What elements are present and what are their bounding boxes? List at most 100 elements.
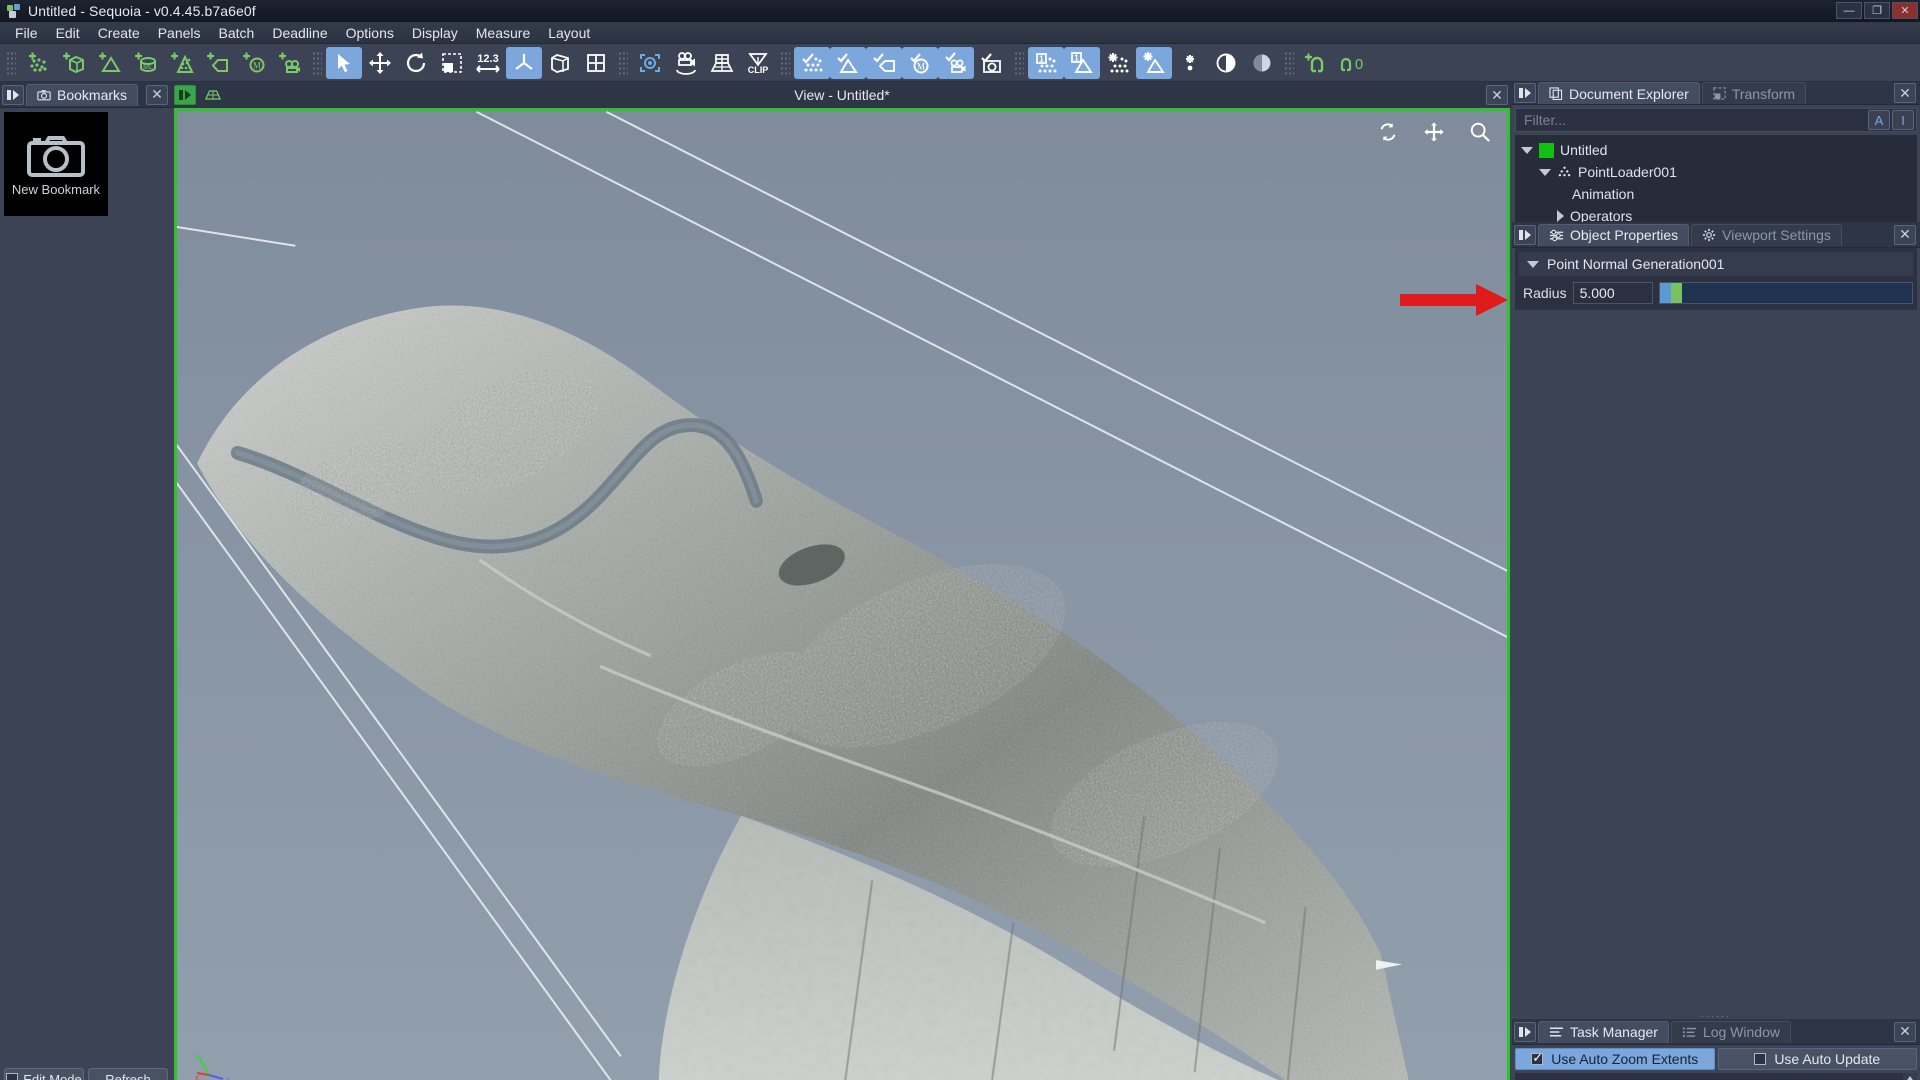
add-magnet-icon[interactable] — [1298, 47, 1334, 79]
close-icon[interactable]: ✕ — [146, 84, 168, 105]
tab-viewport-settings[interactable]: Viewport Settings — [1691, 223, 1842, 246]
close-button[interactable]: ✕ — [1892, 2, 1918, 19]
chevron-down-icon[interactable] — [1527, 260, 1539, 268]
use-auto-update-toggle[interactable]: Use Auto Update — [1717, 1048, 1917, 1070]
viewport-3d[interactable]: x z y FPS: 48.7805 — [174, 108, 1510, 1080]
menu-item-measure[interactable]: Measure — [467, 23, 539, 43]
window-controls[interactable]: — ❐ ✕ — [1836, 2, 1918, 19]
collapse-panel-icon[interactable] — [1514, 224, 1536, 245]
text-filter-icon[interactable]: I — [1892, 110, 1914, 130]
clip-icon[interactable]: CLIP — [740, 47, 776, 79]
add-point-cloud-icon[interactable] — [20, 47, 56, 79]
minimize-button[interactable]: — — [1836, 2, 1862, 19]
select-points-icon[interactable]: 1 — [1028, 46, 1064, 79]
bookmarks-list[interactable]: New Bookmark — [0, 108, 172, 1064]
scale-icon[interactable] — [434, 47, 470, 79]
select-arrow-icon[interactable] — [326, 46, 362, 79]
tab-object-properties[interactable]: Object Properties — [1538, 223, 1690, 246]
point-contrast-icon[interactable] — [1208, 47, 1244, 79]
close-icon[interactable]: ✕ — [1894, 1021, 1916, 1042]
toolbar-separator-1[interactable] — [312, 50, 322, 75]
show-cameras-icon[interactable] — [938, 46, 974, 79]
main-toolbar[interactable]: ML M 12.3 CLIP M 1 1 0 — [0, 44, 1920, 82]
document-filter-bar[interactable]: A I — [1515, 108, 1917, 132]
add-marker-icon[interactable]: M — [236, 47, 272, 79]
use-auto-zoom-extents-toggle[interactable]: Use Auto Zoom Extents — [1515, 1048, 1715, 1070]
chevron-down-icon[interactable] — [1539, 168, 1551, 176]
edit-mode-checkbox[interactable]: Edit Mode — [4, 1068, 84, 1080]
scene-tree[interactable]: Untitled PointLoader001 Animation Operat… — [1515, 135, 1917, 231]
menu-item-layout[interactable]: Layout — [539, 23, 599, 43]
task-manager-list[interactable] — [1515, 1073, 1917, 1080]
add-camera-projection-icon[interactable] — [200, 47, 236, 79]
toolbar-separator-5[interactable] — [1284, 50, 1294, 75]
property-section-header[interactable]: Point Normal Generation001 — [1519, 252, 1913, 276]
show-meshes-icon[interactable] — [830, 46, 866, 79]
chevron-right-icon[interactable] — [1557, 210, 1564, 222]
show-snapshots-icon[interactable] — [974, 47, 1010, 79]
viewport-overlay-icons[interactable] — [1377, 121, 1491, 147]
menu-item-batch[interactable]: Batch — [210, 23, 264, 43]
tree-node-pointloader001[interactable]: PointLoader001 — [1517, 161, 1915, 183]
menu-item-create[interactable]: Create — [89, 23, 149, 43]
show-projections-icon[interactable] — [866, 46, 902, 79]
task-manager-splitter[interactable]: ······ — [1512, 1011, 1920, 1021]
menu-item-deadline[interactable]: Deadline — [263, 23, 336, 43]
maximize-button[interactable]: ❐ — [1864, 2, 1890, 19]
tab-bookmarks[interactable]: Bookmarks — [26, 83, 139, 106]
bookmark-card-new[interactable]: New Bookmark — [4, 112, 108, 216]
show-markers-icon[interactable]: M — [902, 46, 938, 79]
chevron-down-icon[interactable] — [1521, 146, 1533, 154]
menu-item-file[interactable]: File — [6, 23, 47, 43]
scroll-up-arrow-icon[interactable] — [1905, 1076, 1915, 1080]
highlight-meshes-icon[interactable] — [1136, 46, 1172, 79]
filter-input[interactable] — [1516, 109, 1868, 131]
menu-bar[interactable]: File Edit Create Panels Batch Deadline O… — [0, 22, 1920, 44]
star-marker-icon[interactable] — [1172, 47, 1208, 79]
box-display-icon[interactable] — [542, 47, 578, 79]
add-mesh-loader-icon[interactable]: ML — [128, 47, 164, 79]
tab-task-manager[interactable]: Task Manager — [1538, 1020, 1669, 1043]
collapse-panel-icon[interactable] — [1514, 1021, 1536, 1042]
toolbar-separator-2[interactable] — [618, 50, 628, 75]
radius-slider-handle-blue[interactable] — [1659, 283, 1671, 303]
radius-input[interactable]: 5.000 — [1572, 282, 1653, 304]
move-icon[interactable] — [362, 47, 398, 79]
tab-document-explorer[interactable]: Document Explorer — [1538, 82, 1700, 104]
show-points-icon[interactable] — [794, 46, 830, 79]
toolbar-separator-4[interactable] — [1014, 50, 1024, 75]
add-box-icon[interactable] — [56, 47, 92, 79]
grid-display-icon[interactable] — [578, 47, 614, 79]
magnet-zero-icon[interactable]: 0 — [1334, 47, 1370, 79]
grid-perspective-icon[interactable] — [704, 47, 740, 79]
close-icon[interactable]: ✕ — [1894, 83, 1916, 103]
camera-view-icon[interactable] — [668, 47, 704, 79]
menu-item-display[interactable]: Display — [403, 23, 467, 43]
collapse-panel-icon[interactable] — [1514, 83, 1536, 103]
radius-slider[interactable] — [1658, 282, 1913, 304]
refresh-button[interactable]: Refresh — [88, 1068, 168, 1080]
axis-tripod-icon[interactable] — [506, 46, 542, 79]
tab-log-window[interactable]: Log Window — [1670, 1020, 1791, 1043]
toolbar-separator-3[interactable] — [780, 50, 790, 75]
zoom-view-icon[interactable] — [1469, 121, 1491, 147]
add-camera-icon[interactable] — [272, 47, 308, 79]
refresh-view-icon[interactable] — [1377, 121, 1399, 147]
tab-transform[interactable]: Transform — [1701, 82, 1807, 104]
pan-view-icon[interactable] — [1423, 121, 1445, 147]
task-manager-scrollbar[interactable] — [1903, 1073, 1917, 1080]
menu-item-panels[interactable]: Panels — [149, 23, 210, 43]
shading-sphere-icon[interactable] — [1244, 47, 1280, 79]
collapse-panel-icon[interactable] — [2, 84, 24, 105]
select-meshes-icon[interactable]: 1 — [1064, 46, 1100, 79]
numeric-input-icon[interactable]: 12.3 — [470, 47, 506, 79]
add-particle-mesher-icon[interactable] — [164, 47, 200, 79]
radius-slider-handle-green[interactable] — [1670, 283, 1682, 303]
menu-item-edit[interactable]: Edit — [47, 23, 89, 43]
tree-node-animation[interactable]: Animation — [1517, 183, 1915, 205]
highlight-points-icon[interactable] — [1100, 47, 1136, 79]
close-icon[interactable]: ✕ — [1894, 224, 1916, 245]
zoom-extents-icon[interactable] — [632, 47, 668, 79]
rotate-icon[interactable] — [398, 47, 434, 79]
add-mesh-icon[interactable] — [92, 47, 128, 79]
